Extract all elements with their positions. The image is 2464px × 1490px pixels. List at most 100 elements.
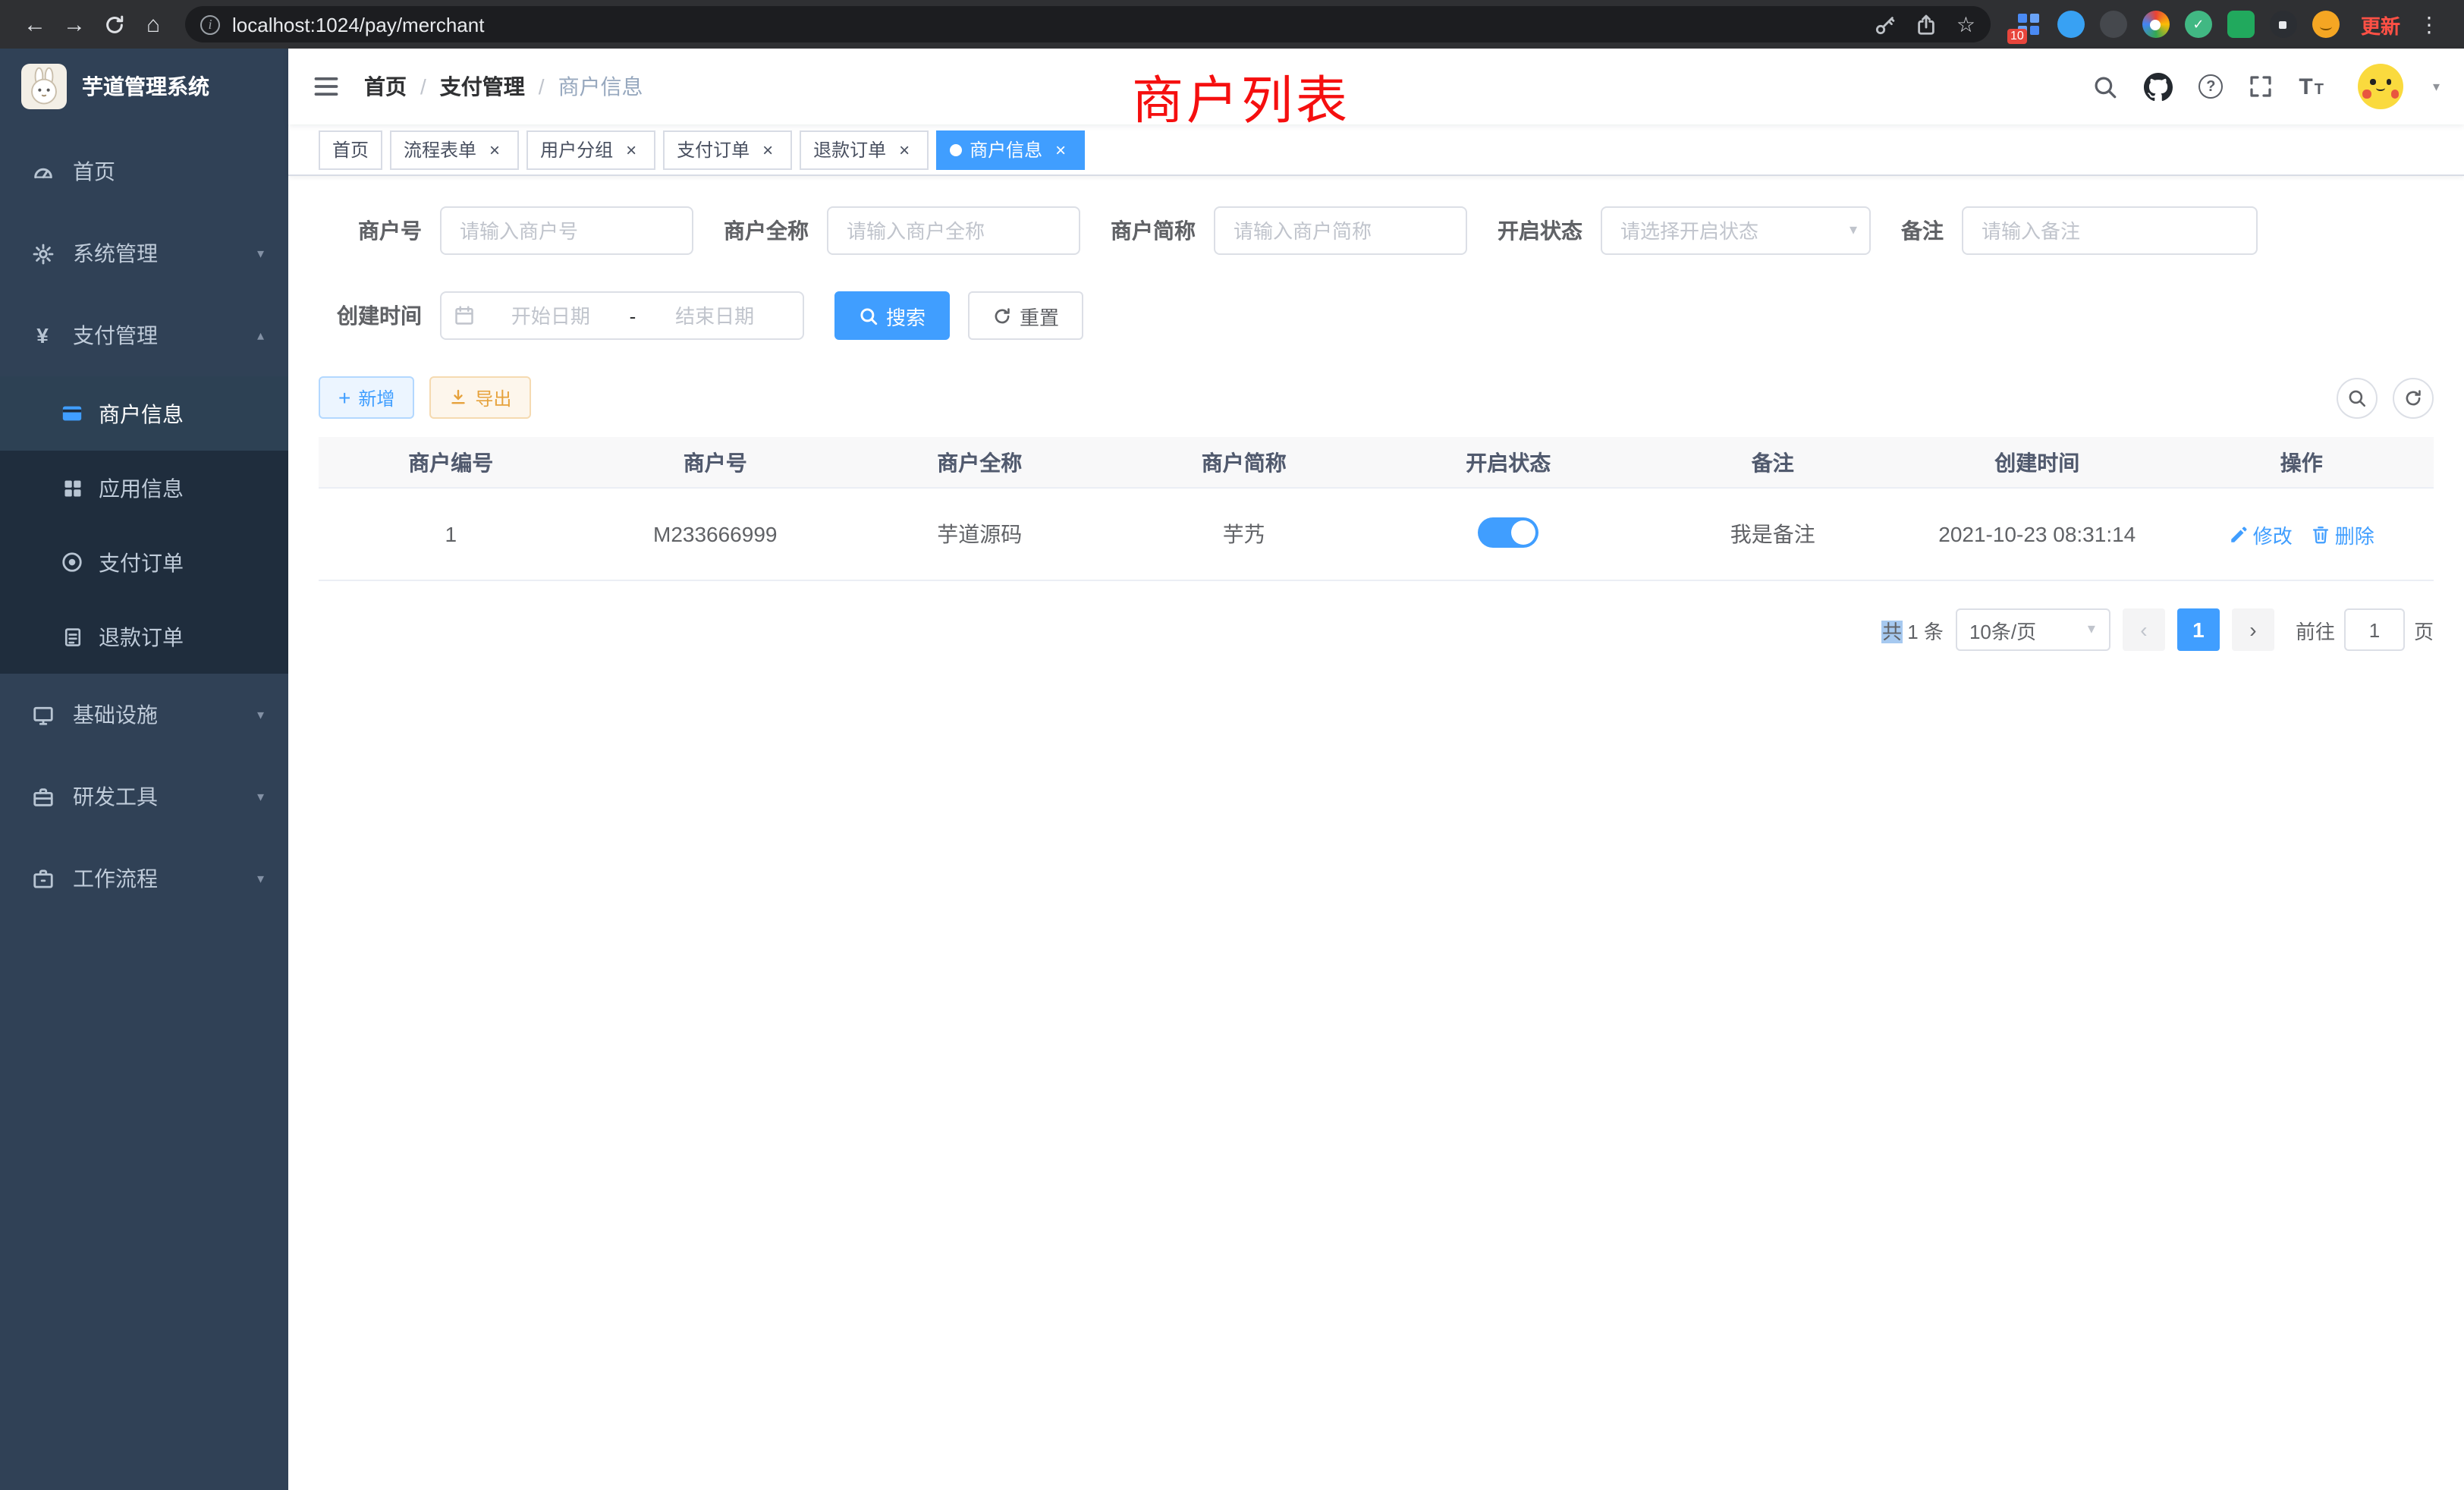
extension-badge: 10 — [2007, 29, 2027, 44]
tag-label: 退款订单 — [813, 137, 886, 162]
gear-icon — [30, 241, 55, 266]
sidebar-item-app-info[interactable]: 应用信息 — [0, 451, 288, 525]
github-icon[interactable] — [2144, 72, 2173, 101]
briefcase-icon — [30, 866, 55, 891]
breadcrumb-payment[interactable]: 支付管理 — [440, 71, 525, 102]
extension-icon-8[interactable] — [2312, 11, 2340, 38]
column-header: 商户编号 — [319, 447, 583, 477]
yen-icon: ¥ — [30, 323, 55, 347]
search-button[interactable]: 搜索 — [834, 291, 950, 340]
close-icon[interactable]: × — [757, 139, 778, 160]
sidebar-item-workflow[interactable]: 工作流程 ▾ — [0, 838, 288, 919]
address-bar[interactable]: i localhost:1024/pay/merchant ☆ — [185, 6, 1991, 42]
tag-process-form[interactable]: 流程表单 × — [390, 130, 519, 169]
extension-icon-3[interactable] — [2100, 11, 2127, 38]
add-button[interactable]: + 新增 — [319, 376, 414, 419]
extension-icon-7[interactable] — [2270, 11, 2297, 38]
sidebar-item-merchant-info[interactable]: 商户信息 — [0, 376, 288, 451]
toolbox-icon — [30, 784, 55, 809]
next-page-button[interactable]: › — [2232, 608, 2274, 651]
tag-payment-order[interactable]: 支付订单 × — [663, 130, 792, 169]
tag-refund-order[interactable]: 退款订单 × — [800, 130, 929, 169]
sidebar-item-label: 支付订单 — [99, 547, 184, 577]
sidebar-item-home[interactable]: 首页 — [0, 130, 288, 212]
close-icon[interactable]: × — [1050, 139, 1071, 160]
column-header: 开启状态 — [1376, 447, 1641, 477]
extension-icon-5[interactable]: ✓ — [2185, 11, 2212, 38]
forward-icon[interactable]: → — [55, 5, 94, 44]
hamburger-icon[interactable] — [313, 73, 340, 100]
extension-icon-6[interactable] — [2227, 11, 2255, 38]
chevron-down-icon: ▾ — [257, 706, 264, 723]
date-range-picker[interactable]: - — [440, 291, 804, 340]
bookmark-star-icon[interactable]: ☆ — [1956, 11, 1975, 37]
sidebar-item-label: 工作流程 — [73, 863, 158, 894]
sidebar-item-label: 研发工具 — [73, 781, 158, 812]
sidebar-item-dev-tools[interactable]: 研发工具 ▾ — [0, 756, 288, 838]
payment-submenu: 商户信息 应用信息 支付订单 — [0, 376, 288, 674]
search-icon[interactable] — [2092, 74, 2118, 99]
page-unit-label: 页 — [2414, 615, 2434, 644]
logo-image — [21, 64, 67, 109]
extension-icon-4[interactable] — [2142, 11, 2170, 38]
sidebar-item-label: 系统管理 — [73, 238, 158, 269]
full-name-input[interactable] — [827, 206, 1080, 255]
filter-label: 商户号 — [319, 206, 440, 255]
merchant-no-input[interactable] — [440, 206, 693, 255]
refresh-button[interactable] — [2393, 377, 2434, 418]
breadcrumb-current: 商户信息 — [558, 71, 643, 102]
page-1-button[interactable]: 1 — [2177, 608, 2220, 651]
status-toggle[interactable] — [1478, 517, 1538, 547]
sidebar-item-payment[interactable]: ¥ 支付管理 ▴ — [0, 294, 288, 376]
sidebar-item-infrastructure[interactable]: 基础设施 ▾ — [0, 674, 288, 756]
sidebar-item-system[interactable]: 系统管理 ▾ — [0, 212, 288, 294]
app-logo[interactable]: 芋道管理系统 — [0, 49, 288, 124]
status-select[interactable] — [1601, 206, 1871, 255]
extension-icon-2[interactable] — [2057, 11, 2085, 38]
reload-icon[interactable] — [94, 5, 134, 44]
main-area: 首页 / 支付管理 / 商户信息 ? — [288, 49, 2464, 1490]
page-size-select[interactable]: 10条/页 ▾ — [1956, 608, 2110, 651]
export-button[interactable]: 导出 — [429, 376, 531, 419]
breadcrumb-home[interactable]: 首页 — [364, 71, 407, 102]
delete-button[interactable]: 删除 — [2311, 520, 2374, 549]
extension-icon-1[interactable]: 10 — [2015, 11, 2042, 38]
tag-home[interactable]: 首页 — [319, 130, 382, 169]
password-key-icon[interactable] — [1875, 13, 1897, 36]
column-header: 商户简称 — [1112, 447, 1377, 477]
prev-page-button[interactable]: ‹ — [2123, 608, 2165, 651]
font-size-icon[interactable]: TT — [2299, 74, 2324, 99]
chevron-down-icon: ▾ — [257, 870, 264, 887]
dashboard-icon — [30, 159, 55, 184]
chrome-menu-icon[interactable]: ⋮ — [2409, 5, 2449, 44]
end-date-input[interactable] — [639, 304, 790, 327]
goto-page-input[interactable] — [2344, 608, 2405, 651]
chrome-update-button[interactable]: 更新 — [2361, 10, 2400, 39]
toggle-search-button[interactable] — [2337, 377, 2378, 418]
share-icon[interactable] — [1916, 13, 1938, 36]
user-avatar[interactable] — [2359, 64, 2404, 109]
avatar-caret-icon[interactable]: ▾ — [2433, 78, 2440, 95]
start-date-input[interactable] — [475, 304, 627, 327]
tag-merchant-info[interactable]: 商户信息 × — [936, 130, 1085, 169]
remark-input[interactable] — [1962, 206, 2258, 255]
sidebar-item-refund-order[interactable]: 退款订单 — [0, 599, 288, 674]
edit-button[interactable]: 修改 — [2229, 520, 2293, 549]
close-icon[interactable]: × — [894, 139, 915, 160]
reset-button[interactable]: 重置 — [968, 291, 1083, 340]
chevron-down-icon: ▾ — [1850, 222, 1857, 239]
filter-label: 商户简称 — [1095, 206, 1214, 255]
breadcrumb-separator: / — [539, 74, 545, 99]
sidebar-item-payment-order[interactable]: 支付订单 — [0, 525, 288, 599]
help-icon[interactable]: ? — [2198, 74, 2223, 99]
site-info-icon[interactable]: i — [200, 14, 220, 34]
fullscreen-icon[interactable] — [2249, 74, 2273, 99]
close-icon[interactable]: × — [621, 139, 642, 160]
short-name-input[interactable] — [1214, 206, 1467, 255]
home-icon[interactable]: ⌂ — [134, 5, 173, 44]
back-icon[interactable]: ← — [15, 5, 55, 44]
tag-user-group[interactable]: 用户分组 × — [526, 130, 655, 169]
close-icon[interactable]: × — [484, 139, 505, 160]
cell-short-name: 芋艿 — [1112, 519, 1377, 549]
table-header-row: 商户编号 商户号 商户全称 商户简称 开启状态 备注 创建时间 操作 — [319, 437, 2434, 489]
